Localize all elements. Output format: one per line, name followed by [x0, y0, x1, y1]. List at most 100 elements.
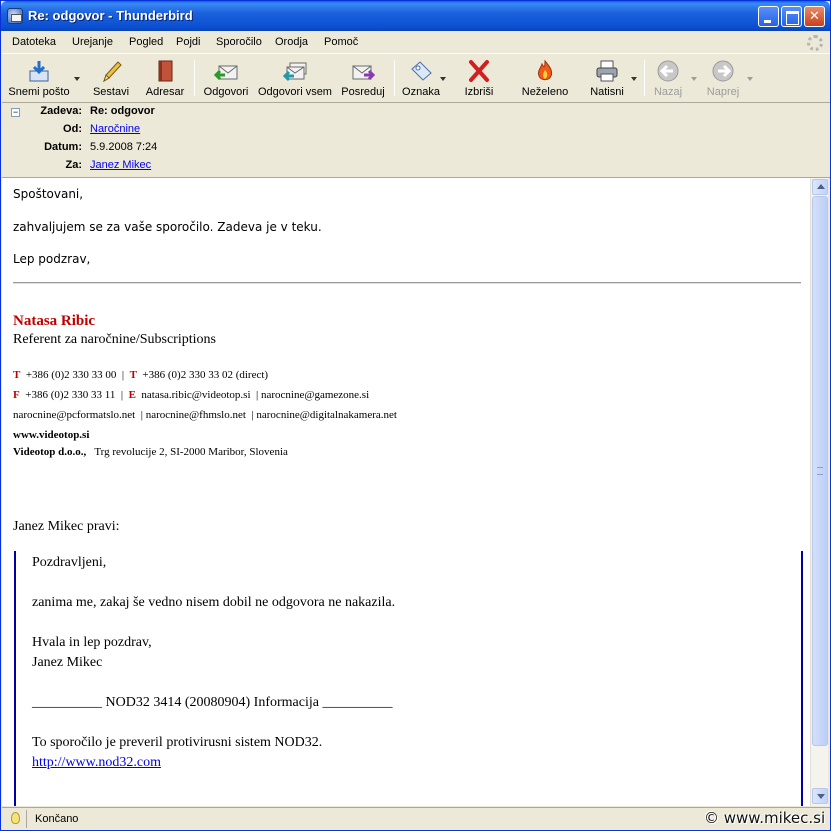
date-value: 5.9.2008 7:24 — [90, 141, 158, 153]
get-mail-button[interactable]: Snemi pošto — [6, 57, 72, 101]
message-body[interactable]: Spoštovani, zahvaljujem se za vaše sporo… — [2, 178, 810, 806]
quoted-message: Pozdravljeni, zanima me, zakaj še vedno … — [14, 551, 803, 806]
menu-datoteka[interactable]: Datoteka — [12, 36, 56, 48]
status-text: Končano — [35, 813, 79, 825]
maximize-button[interactable] — [781, 6, 802, 27]
quote-line: zanima me, zakaj še vedno nisem dobil ne… — [32, 595, 396, 610]
toolbar-separator — [394, 60, 395, 96]
address-book-icon — [158, 60, 173, 82]
junk-button[interactable]: Neželeno — [517, 57, 573, 101]
address-book-button[interactable]: Adresar — [140, 57, 190, 101]
printer-icon — [596, 60, 618, 82]
forward-message-icon — [352, 65, 376, 81]
reply-all-button[interactable]: Odgovori vsem — [256, 57, 334, 101]
reply-button[interactable]: Odgovori — [200, 57, 252, 101]
signature-name: Natasa Ribic — [13, 313, 96, 329]
compose-label: Sestavi — [92, 86, 130, 98]
email-1: natasa.ribic@videotop.si — [141, 389, 251, 401]
junk-label: Neželeno — [521, 86, 569, 98]
forward-nav-dropdown-icon[interactable] — [747, 77, 753, 81]
email-5: narocnine@digitalnakamera.net — [256, 409, 397, 421]
thunderbird-app-icon[interactable] — [7, 8, 23, 24]
from-link[interactable]: Naročnine — [90, 123, 140, 135]
menu-pomoc[interactable]: Pomoč — [324, 36, 358, 48]
antivirus-link[interactable]: http://www.nod32.com — [32, 755, 161, 771]
antivirus-notice: To sporočilo je preveril protivirusni si… — [32, 735, 323, 750]
email-prefix: E — [128, 389, 136, 401]
message-scrollbar[interactable] — [810, 178, 828, 806]
back-label: Nazaj — [653, 86, 683, 98]
menu-orodja[interactable]: Orodja — [275, 36, 308, 48]
main-toolbar: Snemi pošto Sestavi Adresar Odgovori Odg… — [2, 55, 830, 103]
reply-line: zahvaljujem se za vaše sporočilo. Zadeva… — [13, 220, 322, 234]
phone-direct-prefix: T — [129, 369, 137, 381]
get-mail-icon — [29, 61, 49, 82]
thunderbird-window: Re: odgovor - Thunderbird ✕ Datoteka Ure… — [0, 0, 831, 831]
signature-divider — [13, 282, 801, 284]
company-address: Trg revolucije 2, SI-2000 Maribor, Slove… — [94, 446, 288, 458]
reply-icon — [213, 65, 238, 81]
status-bar: Končano © www.mikec.si — [2, 807, 830, 830]
toolbar-separator — [644, 60, 645, 96]
phone-main: +386 (0)2 330 33 00 — [25, 369, 117, 381]
signature-emails-line: narocnine@pcformatslo.net | narocnine@fh… — [13, 409, 397, 421]
subject-label: Zadeva: — [40, 105, 82, 117]
reply-all-label: Odgovori vsem — [258, 86, 332, 98]
title-bar[interactable]: Re: odgovor - Thunderbird ✕ — [1, 1, 830, 31]
signature-website: www.videotop.si — [13, 429, 90, 441]
scroll-down-icon[interactable] — [812, 788, 828, 804]
close-button[interactable]: ✕ — [804, 6, 825, 27]
menu-pojdi[interactable]: Pojdi — [176, 36, 200, 48]
menu-bar: Datoteka Urejanje Pogled Pojdi Sporočilo… — [2, 32, 830, 54]
from-label: Od: — [63, 123, 82, 135]
signature-address-line: Videotop d.o.o., Trg revolucije 2, SI-20… — [13, 446, 288, 458]
back-dropdown-icon[interactable] — [691, 77, 697, 81]
address-book-label: Adresar — [145, 86, 185, 98]
status-separator — [26, 810, 27, 828]
greeting-text: Spoštovani, — [13, 187, 84, 201]
print-button[interactable]: Natisni — [584, 57, 630, 101]
signature-fax-line: F +386 (0)2 330 33 11 | E natasa.ribic@v… — [13, 389, 370, 401]
activity-throbber-icon — [807, 35, 823, 51]
quote-closing: Hvala in lep pozdrav, — [32, 635, 152, 650]
back-arrow-icon — [657, 60, 679, 82]
scroll-up-icon[interactable] — [812, 179, 828, 195]
message-header-pane: − Zadeva: Re: odgovor Od: Naročnine Datu… — [2, 103, 830, 178]
forward-nav-button[interactable]: Naprej — [702, 57, 744, 101]
junk-flame-icon — [537, 59, 553, 81]
print-dropdown-icon[interactable] — [631, 77, 637, 81]
tag-button[interactable]: Oznaka — [400, 57, 442, 101]
pencil-icon — [103, 61, 122, 83]
reply-label: Odgovori — [203, 86, 249, 98]
menu-sporocilo[interactable]: Sporočilo — [216, 36, 262, 48]
compose-button[interactable]: Sestavi — [86, 57, 136, 101]
get-mail-dropdown-icon[interactable] — [74, 77, 80, 81]
back-button[interactable]: Nazaj — [648, 57, 688, 101]
menu-pogled[interactable]: Pogled — [129, 36, 163, 48]
window-title: Re: odgovor - Thunderbird — [28, 8, 193, 23]
fax-prefix: F — [13, 389, 20, 401]
delete-label: Izbriši — [464, 86, 494, 98]
quote-sender: Janez Mikec — [32, 655, 103, 670]
minimize-button[interactable] — [758, 6, 779, 27]
menu-urejanje[interactable]: Urejanje — [72, 36, 113, 48]
delete-button[interactable]: Izbriši — [456, 57, 502, 101]
fax-number: +386 (0)2 330 33 11 — [25, 389, 116, 401]
tag-label: Oznaka — [402, 86, 440, 98]
company-name: Videotop d.o.o., — [13, 446, 87, 458]
quote-greeting: Pozdravljeni, — [32, 555, 107, 570]
to-link[interactable]: Janez Mikec — [90, 159, 151, 171]
forward-message-button[interactable]: Posreduj — [338, 57, 388, 101]
phone-prefix: T — [13, 369, 21, 381]
date-label: Datum: — [44, 141, 82, 153]
print-label: Natisni — [590, 86, 624, 98]
phone-direct: +386 (0)2 330 33 02 (direct) — [142, 369, 269, 381]
forward-arrow-icon — [712, 60, 734, 82]
email-3: narocnine@pcformatslo.net — [13, 409, 136, 421]
tag-dropdown-icon[interactable] — [440, 77, 446, 81]
reply-all-icon — [282, 62, 307, 82]
lightbulb-icon — [11, 812, 20, 824]
antivirus-banner: __________ NOD32 3414 (20080904) Informa… — [32, 695, 393, 710]
email-2: narocnine@gamezone.si — [260, 389, 370, 401]
scroll-thumb[interactable] — [812, 196, 828, 746]
